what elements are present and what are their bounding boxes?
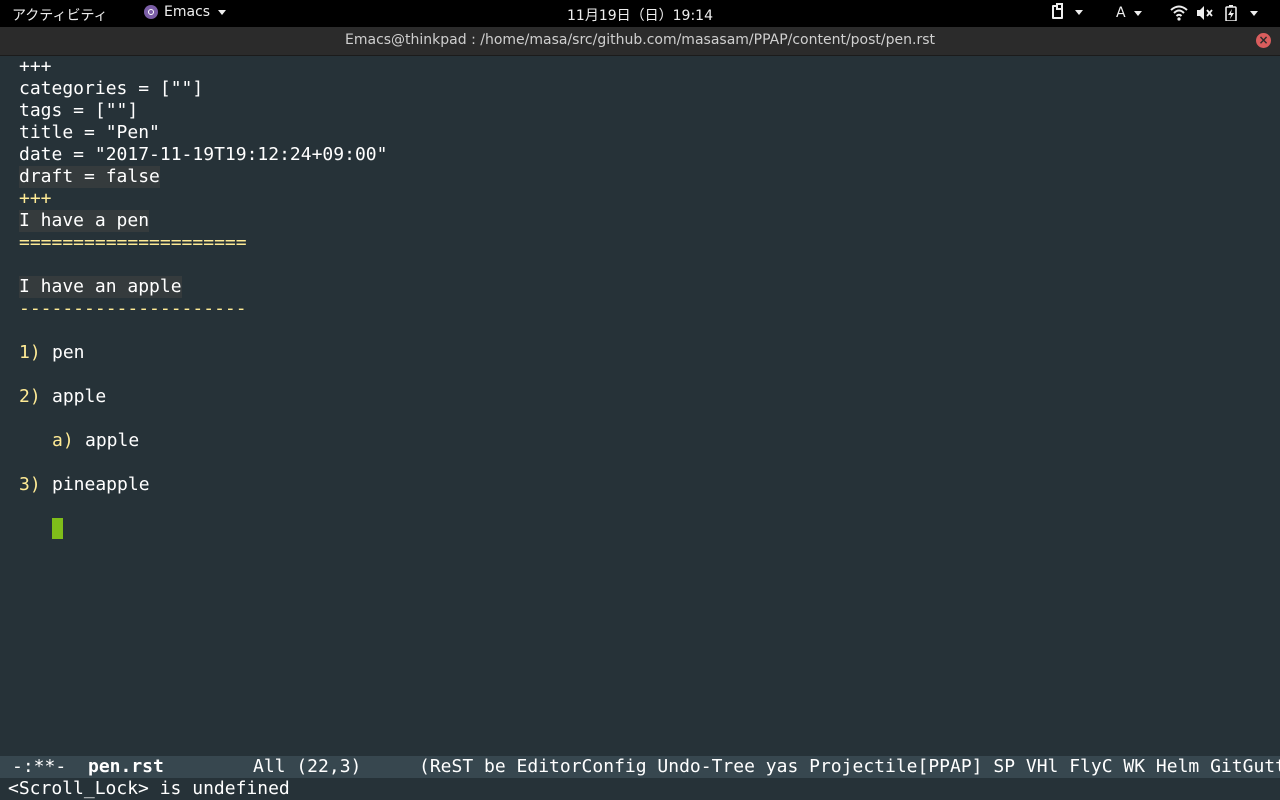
echo-area[interactable]: <Scroll_Lock> is undefined <box>0 778 1280 800</box>
window-title: Emacs@thinkpad : /home/masa/src/github.c… <box>345 32 935 48</box>
input-method-menu[interactable]: A <box>1116 5 1142 21</box>
volume-muted-icon <box>1197 6 1213 20</box>
buffer-line: +++ <box>19 56 52 77</box>
buffer-line: date = "2017-11-19T19:12:24+09:00" <box>19 144 388 165</box>
gnome-top-bar: アクティビティ Emacs 11月19日（日）19:14 A <box>0 0 1280 27</box>
buffer-line: draft = false <box>19 166 160 188</box>
chevron-down-icon <box>218 9 227 15</box>
modeline-position: All (22,3) <box>253 756 362 777</box>
app-menu[interactable]: Emacs <box>144 4 227 20</box>
battery-charging-icon <box>1225 5 1237 21</box>
mode-line[interactable]: -:**- pen.rst All (22,3) (ReST be Editor… <box>0 756 1280 778</box>
list-marker: 3) <box>19 474 41 495</box>
buffer-line: +++ <box>19 188 52 209</box>
list-item: pineapple <box>52 474 150 495</box>
clock[interactable]: 11月19日（日）19:14 <box>567 8 713 24</box>
list-item: pen <box>52 342 85 363</box>
chevron-down-icon <box>1075 9 1083 15</box>
text-cursor <box>52 518 63 539</box>
modeline-buffer-name[interactable]: pen.rst <box>88 756 164 778</box>
chevron-down-icon <box>1133 10 1142 16</box>
section-underline: ===================== <box>19 232 247 253</box>
wifi-icon <box>1170 5 1188 21</box>
emacs-icon <box>144 5 158 19</box>
list-marker: 2) <box>19 386 41 407</box>
close-icon[interactable]: × <box>1256 33 1271 48</box>
list-marker: 1) <box>19 342 41 363</box>
activities-button[interactable]: アクティビティ <box>12 5 108 25</box>
editor-buffer[interactable]: +++ categories = [""] tags = [""] title … <box>0 56 1280 755</box>
window-title-bar[interactable]: Emacs@thinkpad : /home/masa/src/github.c… <box>0 27 1280 56</box>
list-item: apple <box>52 386 107 407</box>
app-menu-label: Emacs <box>164 4 211 20</box>
clipboard-menu[interactable] <box>1052 3 1083 19</box>
clipboard-icon <box>1052 3 1063 19</box>
subsection-underline: --------------------- <box>19 298 247 319</box>
buffer-line: categories = [""] <box>19 78 204 99</box>
list-item: apple <box>85 430 140 451</box>
system-status-menu[interactable] <box>1170 5 1258 21</box>
subsection-title: I have an apple <box>19 276 182 298</box>
buffer-line: tags = [""] <box>19 100 139 121</box>
buffer-line: title = "Pen" <box>19 122 160 143</box>
list-marker: a) <box>52 430 74 451</box>
modeline-modes[interactable]: (ReST be EditorConfig Undo-Tree yas Proj… <box>419 756 1280 778</box>
chevron-down-icon <box>1250 10 1258 16</box>
section-title: I have a pen <box>19 210 150 232</box>
modeline-state: -:**- <box>12 756 67 777</box>
input-method-label: A <box>1116 5 1126 21</box>
